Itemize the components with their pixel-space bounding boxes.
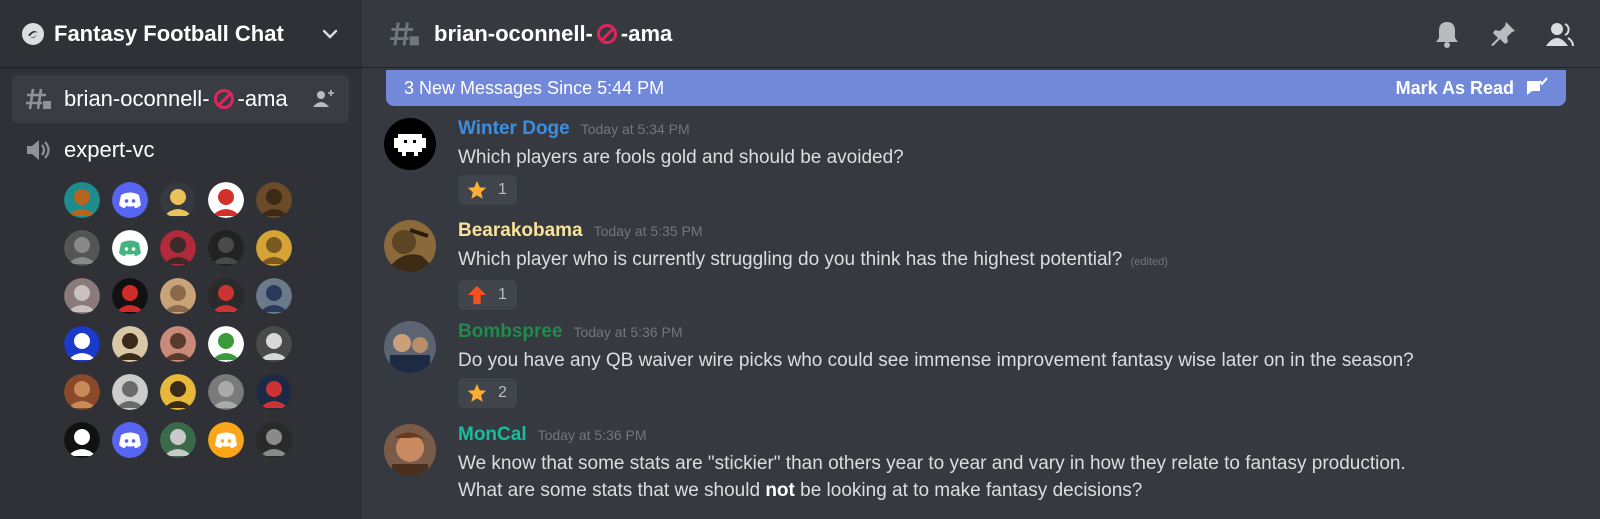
message-author[interactable]: Bombspree	[458, 321, 563, 343]
message: Winter Doge Today at 5:34 PM Which player…	[384, 118, 1584, 206]
channel-sidebar: Fantasy Football Chat brian-oconnell- -am…	[0, 0, 362, 519]
up-arrow-icon	[467, 285, 487, 305]
edited-label: (edited)	[1130, 256, 1168, 268]
pin-icon[interactable]	[1488, 19, 1518, 49]
message-text-part: What are some stats that we should	[458, 480, 766, 501]
message: Bearakobama Today at 5:35 PM Which player…	[384, 220, 1584, 311]
message-text-line1: We know that some stats are "stickier" t…	[458, 453, 1406, 474]
message-text-line2: What are some stats that we should not b…	[458, 477, 1584, 504]
voice-member-avatar[interactable]	[64, 182, 100, 218]
voice-member-avatar[interactable]	[160, 374, 196, 410]
star-icon	[467, 180, 487, 199]
reaction-count: 1	[498, 181, 507, 198]
reaction-button[interactable]: 2	[458, 378, 517, 408]
message: Bombspree Today at 5:36 PM Do you have an…	[384, 321, 1584, 409]
message-author[interactable]: Winter Doge	[458, 118, 570, 140]
avatar[interactable]	[384, 424, 436, 476]
member-list-icon[interactable]	[1544, 19, 1574, 49]
channel-item-ama[interactable]: brian-oconnell- -ama	[12, 75, 349, 123]
reaction-count: 2	[498, 384, 507, 401]
bell-icon[interactable]	[1432, 19, 1462, 49]
voice-member-avatar[interactable]	[208, 182, 244, 218]
message-text: Do you have any QB waiver wire picks who…	[458, 350, 1414, 371]
voice-member-avatar[interactable]	[256, 182, 292, 218]
channel-label: brian-oconnell-	[64, 86, 210, 111]
voice-member-avatar[interactable]	[160, 422, 196, 458]
chevron-down-icon[interactable]	[320, 24, 340, 44]
channel-title: brian-oconnell-	[434, 20, 593, 46]
message-text-part: be looking at to make fantasy decisions?	[794, 480, 1143, 501]
voice-member-avatar[interactable]	[160, 182, 196, 218]
voice-member-avatar[interactable]	[160, 278, 196, 314]
voice-member-avatar[interactable]	[64, 278, 100, 314]
voice-member-avatar[interactable]	[112, 278, 148, 314]
channel-title-suffix: -ama	[620, 20, 673, 46]
avatar[interactable]	[384, 321, 436, 373]
voice-member-avatar[interactable]	[64, 422, 100, 458]
voice-member-avatar[interactable]	[112, 374, 148, 410]
avatar[interactable]	[384, 118, 436, 170]
channel-item-expert-vc[interactable]: expert-vc	[12, 126, 349, 174]
voice-member-avatar[interactable]	[208, 230, 244, 266]
reaction-count: 1	[498, 286, 507, 303]
new-messages-text: 3 New Messages Since 5:44 PM	[404, 77, 665, 98]
message-timestamp: Today at 5:34 PM	[580, 121, 690, 137]
avatar[interactable]	[384, 220, 436, 272]
voice-member-avatar[interactable]	[208, 374, 244, 410]
voice-member-avatar[interactable]	[64, 326, 100, 362]
message-text-bold: not	[765, 480, 795, 501]
new-messages-bar[interactable]: 3 New Messages Since 5:44 PM Mark As Rea…	[386, 70, 1566, 106]
voice-member-avatar[interactable]	[256, 230, 292, 266]
message: MonCal Today at 5:36 PM We know that some…	[384, 424, 1584, 504]
channel-label-suffix: -ama	[237, 86, 288, 111]
mark-read-icon[interactable]	[1524, 76, 1548, 100]
threaded-hash-icon	[390, 21, 419, 46]
voice-members-grid	[64, 182, 292, 458]
prohibited-icon	[213, 89, 234, 109]
message-author[interactable]: MonCal	[458, 424, 527, 446]
add-user-icon[interactable]	[311, 87, 337, 111]
voice-member-avatar[interactable]	[208, 278, 244, 314]
message-text: Which player who is currently struggling…	[458, 249, 1123, 270]
voice-member-avatar[interactable]	[112, 422, 148, 458]
voice-member-avatar[interactable]	[112, 230, 148, 266]
chat-area: brian-oconnell- -ama 3 New Messages Since…	[362, 0, 1600, 519]
voice-member-avatar[interactable]	[64, 374, 100, 410]
speaker-icon	[27, 140, 50, 160]
reaction-button[interactable]: 1	[458, 175, 517, 205]
prohibited-icon	[596, 23, 617, 44]
server-header[interactable]: Fantasy Football Chat	[0, 0, 362, 68]
channel-label: expert-vc	[64, 137, 155, 162]
message-timestamp: Today at 5:36 PM	[537, 427, 647, 443]
voice-member-avatar[interactable]	[256, 326, 292, 362]
message-text: Which players are fools gold and should …	[458, 147, 904, 168]
star-icon	[467, 383, 487, 402]
voice-member-avatar[interactable]	[112, 182, 148, 218]
voice-member-avatar[interactable]	[208, 326, 244, 362]
threaded-hash-icon	[26, 88, 51, 110]
server-name: Fantasy Football Chat	[54, 20, 284, 46]
mark-as-read-button[interactable]: Mark As Read	[1396, 78, 1514, 99]
voice-member-avatar[interactable]	[160, 326, 196, 362]
voice-member-avatar[interactable]	[256, 374, 292, 410]
voice-member-avatar[interactable]	[256, 278, 292, 314]
reaction-button[interactable]: 1	[458, 280, 517, 310]
channel-header: brian-oconnell- -ama	[362, 0, 1600, 68]
voice-member-avatar[interactable]	[256, 422, 292, 458]
voice-member-avatar[interactable]	[160, 230, 196, 266]
server-logo-icon	[22, 22, 44, 45]
voice-member-avatar[interactable]	[208, 422, 244, 458]
voice-member-avatar[interactable]	[64, 230, 100, 266]
voice-member-avatar[interactable]	[112, 326, 148, 362]
message-timestamp: Today at 5:36 PM	[573, 324, 683, 340]
message-author[interactable]: Bearakobama	[458, 220, 583, 242]
page-title: brian-oconnell- -ama	[434, 21, 1406, 47]
message-timestamp: Today at 5:35 PM	[593, 223, 703, 239]
